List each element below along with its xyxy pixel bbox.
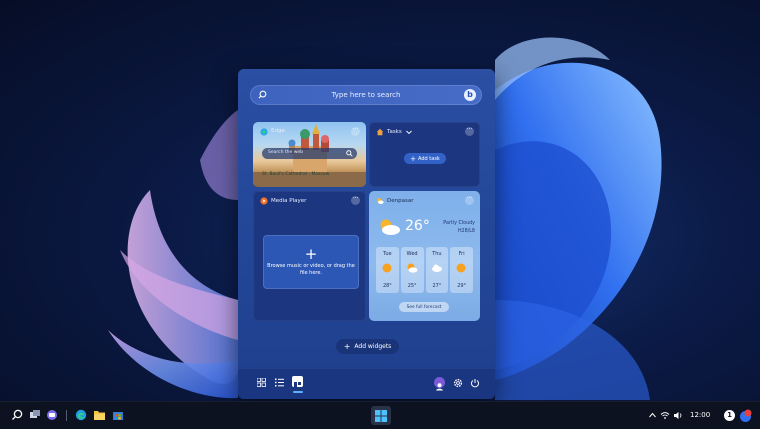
plus-icon: + — [304, 245, 318, 263]
house-icon — [376, 128, 384, 136]
tasks-title: Tasks — [387, 129, 402, 135]
day-temp: 27° — [432, 283, 442, 289]
day-temp: 29° — [457, 283, 467, 289]
sun-icon — [456, 263, 466, 273]
day-name: Thu — [432, 251, 442, 257]
forecast-day[interactable]: Wed 25° — [400, 247, 424, 293]
day-name: Tue — [383, 251, 392, 257]
weather-location: Denpasar — [387, 198, 414, 204]
media-title: Media Player — [271, 198, 307, 204]
taskbar-divider — [66, 410, 67, 421]
edge-quick-links[interactable]: St. Basil's Cathedral · Moscow — [262, 172, 329, 177]
chevron-up-icon[interactable] — [649, 412, 656, 418]
bing-icon[interactable]: b — [464, 89, 476, 101]
day-name: Wed — [406, 251, 418, 257]
media-drop-zone[interactable]: + Browse music or video, or drag the fil… — [263, 235, 359, 289]
edge-title: Edge — [271, 128, 285, 134]
widgets-view-icon[interactable] — [292, 376, 303, 389]
search-icon — [346, 150, 353, 157]
plus-icon: + — [343, 342, 351, 351]
chevron-down-icon[interactable] — [406, 130, 412, 135]
weather-condition: Partly Cloudy — [443, 221, 475, 226]
taskbar-clock[interactable]: 12:00 — [690, 411, 710, 419]
widget-search-bar[interactable]: Type here to search b — [250, 85, 482, 105]
avatar[interactable] — [434, 377, 445, 391]
panel-bottom-bar — [238, 369, 495, 399]
gear-icon[interactable] — [453, 378, 463, 388]
forecast-day[interactable]: Fri 29° — [450, 247, 473, 293]
active-tab-indicator — [293, 391, 303, 393]
day-name: Fri — [458, 251, 465, 257]
edge-search-input[interactable]: Search the web — [262, 148, 357, 159]
tasks-widget[interactable]: Tasks ··· + Add task — [369, 122, 480, 187]
windows-logo-icon — [375, 409, 387, 422]
taskbar: 12:00 1 — [0, 401, 760, 429]
more-options-icon[interactable]: ··· — [465, 196, 474, 205]
copilot-icon[interactable] — [739, 408, 752, 422]
add-widgets-label: Add widgets — [354, 343, 392, 350]
media-player-icon — [260, 197, 268, 205]
day-temp: 25° — [407, 283, 417, 289]
weather-condition-block: Partly Cloudy H28/L8 — [443, 220, 475, 236]
add-widgets-button[interactable]: + Add widgets — [336, 339, 399, 354]
edge-search-placeholder: Search the web — [268, 150, 304, 155]
file-explorer-icon[interactable] — [93, 409, 106, 421]
see-full-forecast-button[interactable]: See full forecast — [399, 302, 449, 312]
power-icon[interactable] — [470, 378, 480, 388]
partly-cloudy-icon — [407, 263, 418, 273]
chat-icon[interactable] — [46, 409, 58, 421]
search-icon — [258, 90, 267, 99]
weather-widget[interactable]: Denpasar ··· 26° Partly Cloudy H28/L8 Tu… — [369, 191, 480, 321]
add-task-label: Add task — [418, 155, 440, 162]
forecast-day[interactable]: Tue 28° — [376, 247, 399, 293]
weather-temperature: 26° — [405, 218, 430, 234]
task-view-icon[interactable] — [29, 409, 41, 421]
grid-view-icon[interactable] — [257, 378, 266, 387]
day-temp: 28° — [382, 283, 392, 289]
forecast-days: Tue 28° Wed 25° Thu 27° Fri 29° — [376, 247, 473, 293]
partly-cloudy-icon — [377, 198, 384, 204]
plus-icon: + — [410, 154, 417, 163]
add-task-button[interactable]: + Add task — [404, 153, 446, 164]
sun-icon — [382, 263, 392, 273]
search-placeholder: Type here to search — [331, 91, 401, 99]
more-options-icon[interactable]: ··· — [351, 127, 360, 136]
edge-widget[interactable]: Edge ··· Search the web St. Basil's Cath… — [253, 122, 366, 187]
list-view-icon[interactable] — [275, 378, 284, 387]
search-icon[interactable] — [11, 409, 23, 421]
more-options-icon[interactable]: ··· — [351, 196, 360, 205]
edge-icon — [260, 128, 268, 136]
edge-icon[interactable] — [75, 409, 87, 421]
partly-cloudy-icon — [380, 219, 400, 235]
cloud-icon — [431, 264, 442, 272]
wifi-icon[interactable] — [660, 411, 670, 420]
media-player-widget[interactable]: Media Player ··· + Browse music or video… — [253, 191, 366, 321]
widgets-panel: Type here to search b Edge ··· Search th… — [238, 69, 495, 399]
start-button[interactable] — [371, 406, 391, 425]
store-icon[interactable] — [112, 409, 124, 421]
volume-icon[interactable] — [673, 411, 683, 420]
weather-range: H28/L8 — [457, 229, 475, 234]
forecast-day[interactable]: Thu 27° — [425, 247, 449, 293]
notification-badge[interactable]: 1 — [724, 410, 735, 421]
more-options-icon[interactable]: ··· — [465, 127, 474, 136]
media-drop-text: Browse music or video, or drag the file … — [267, 263, 355, 276]
